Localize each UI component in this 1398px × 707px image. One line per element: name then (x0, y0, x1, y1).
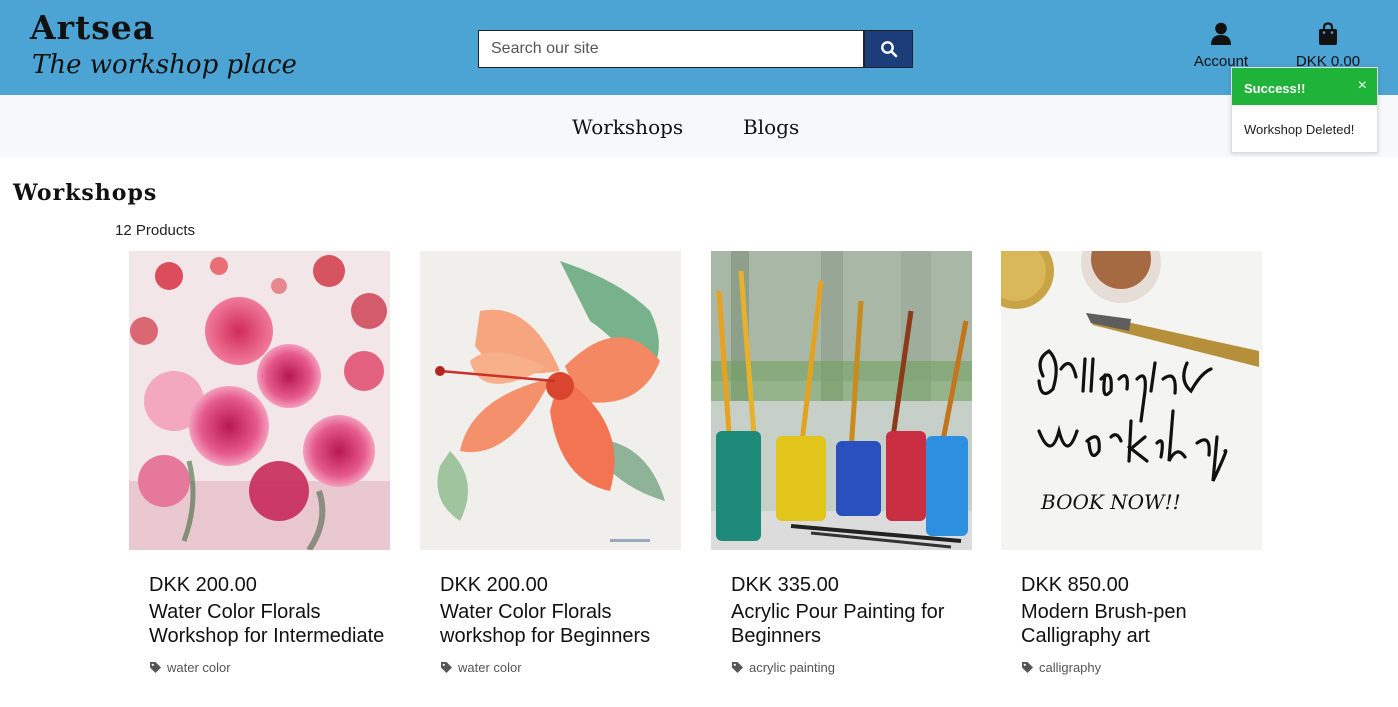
tag-icon (1022, 662, 1033, 673)
product-details: DKK 200.00 Water Color Florals workshop … (420, 550, 681, 675)
brand-title[interactable]: Artsea (30, 8, 155, 47)
product-tag[interactable]: calligraphy (1021, 660, 1262, 675)
search-input[interactable] (478, 30, 864, 68)
svg-text:BOOK NOW!!: BOOK NOW!! (1040, 490, 1181, 514)
account-link[interactable]: Account (1188, 22, 1254, 70)
search-form (478, 30, 913, 68)
shopping-bag-icon (1319, 22, 1337, 45)
product-name[interactable]: Modern Brush-pen Calligraphy art (1021, 600, 1262, 648)
brand-tagline: The workshop place (32, 50, 297, 80)
product-name[interactable]: Water Color Florals workshop for Beginne… (440, 600, 681, 648)
product-tag[interactable]: water color (149, 660, 390, 675)
product-price: DKK 335.00 (731, 574, 839, 596)
product-price: DKK 200.00 (440, 574, 548, 596)
page-title: Workshops (13, 180, 158, 206)
product-price: DKK 200.00 (149, 574, 257, 596)
product-details: DKK 850.00 Modern Brush-pen Calligraphy … (1001, 550, 1262, 675)
toast-header: Success!! × (1232, 68, 1377, 105)
product-card[interactable]: BOOK NOW!! DKK 850.00 Modern Brush-pen C… (1001, 251, 1262, 675)
product-name[interactable]: Water Color Florals Workshop for Interme… (149, 600, 390, 648)
product-name[interactable]: Acrylic Pour Painting for Beginners (731, 600, 972, 648)
product-card[interactable]: DKK 200.00 Water Color Florals workshop … (420, 251, 681, 675)
product-image-paint-brushes[interactable] (711, 251, 972, 550)
product-tag-label: calligraphy (1039, 660, 1102, 675)
site-header: Artsea The workshop place Account DKK 0.… (0, 0, 1398, 95)
product-tag-label: acrylic painting (749, 660, 835, 675)
product-image-peonies[interactable] (129, 251, 390, 550)
toast-close-button[interactable]: × (1358, 77, 1367, 95)
tag-icon (441, 662, 452, 673)
product-price: DKK 850.00 (1021, 574, 1129, 596)
product-card[interactable]: DKK 335.00 Acrylic Pour Painting for Beg… (711, 251, 972, 675)
toast-title: Success!! (1244, 81, 1306, 96)
product-count: 12 Products (115, 222, 196, 239)
product-tag[interactable]: water color (440, 660, 681, 675)
product-image-calligraphy[interactable]: BOOK NOW!! (1001, 251, 1262, 550)
tag-icon (150, 662, 161, 673)
product-image-hibiscus[interactable] (420, 251, 681, 550)
search-icon (880, 41, 897, 58)
main-nav: Workshops Blogs (0, 95, 1398, 157)
search-button[interactable] (864, 30, 913, 68)
product-card[interactable]: DKK 200.00 Water Color Florals Workshop … (129, 251, 390, 675)
tag-icon (732, 662, 743, 673)
nav-item-workshops[interactable]: Workshops (572, 115, 683, 139)
product-details: DKK 335.00 Acrylic Pour Painting for Beg… (711, 550, 972, 675)
success-toast: Success!! × Workshop Deleted! (1231, 67, 1378, 153)
product-tag-label: water color (167, 660, 231, 675)
user-icon (1211, 22, 1231, 45)
product-tag[interactable]: acrylic painting (731, 660, 972, 675)
toast-message: Workshop Deleted! (1244, 122, 1355, 137)
cart-link[interactable]: DKK 0.00 (1290, 22, 1366, 70)
nav-item-blogs[interactable]: Blogs (743, 115, 799, 139)
product-details: DKK 200.00 Water Color Florals Workshop … (129, 550, 390, 675)
product-tag-label: water color (458, 660, 522, 675)
